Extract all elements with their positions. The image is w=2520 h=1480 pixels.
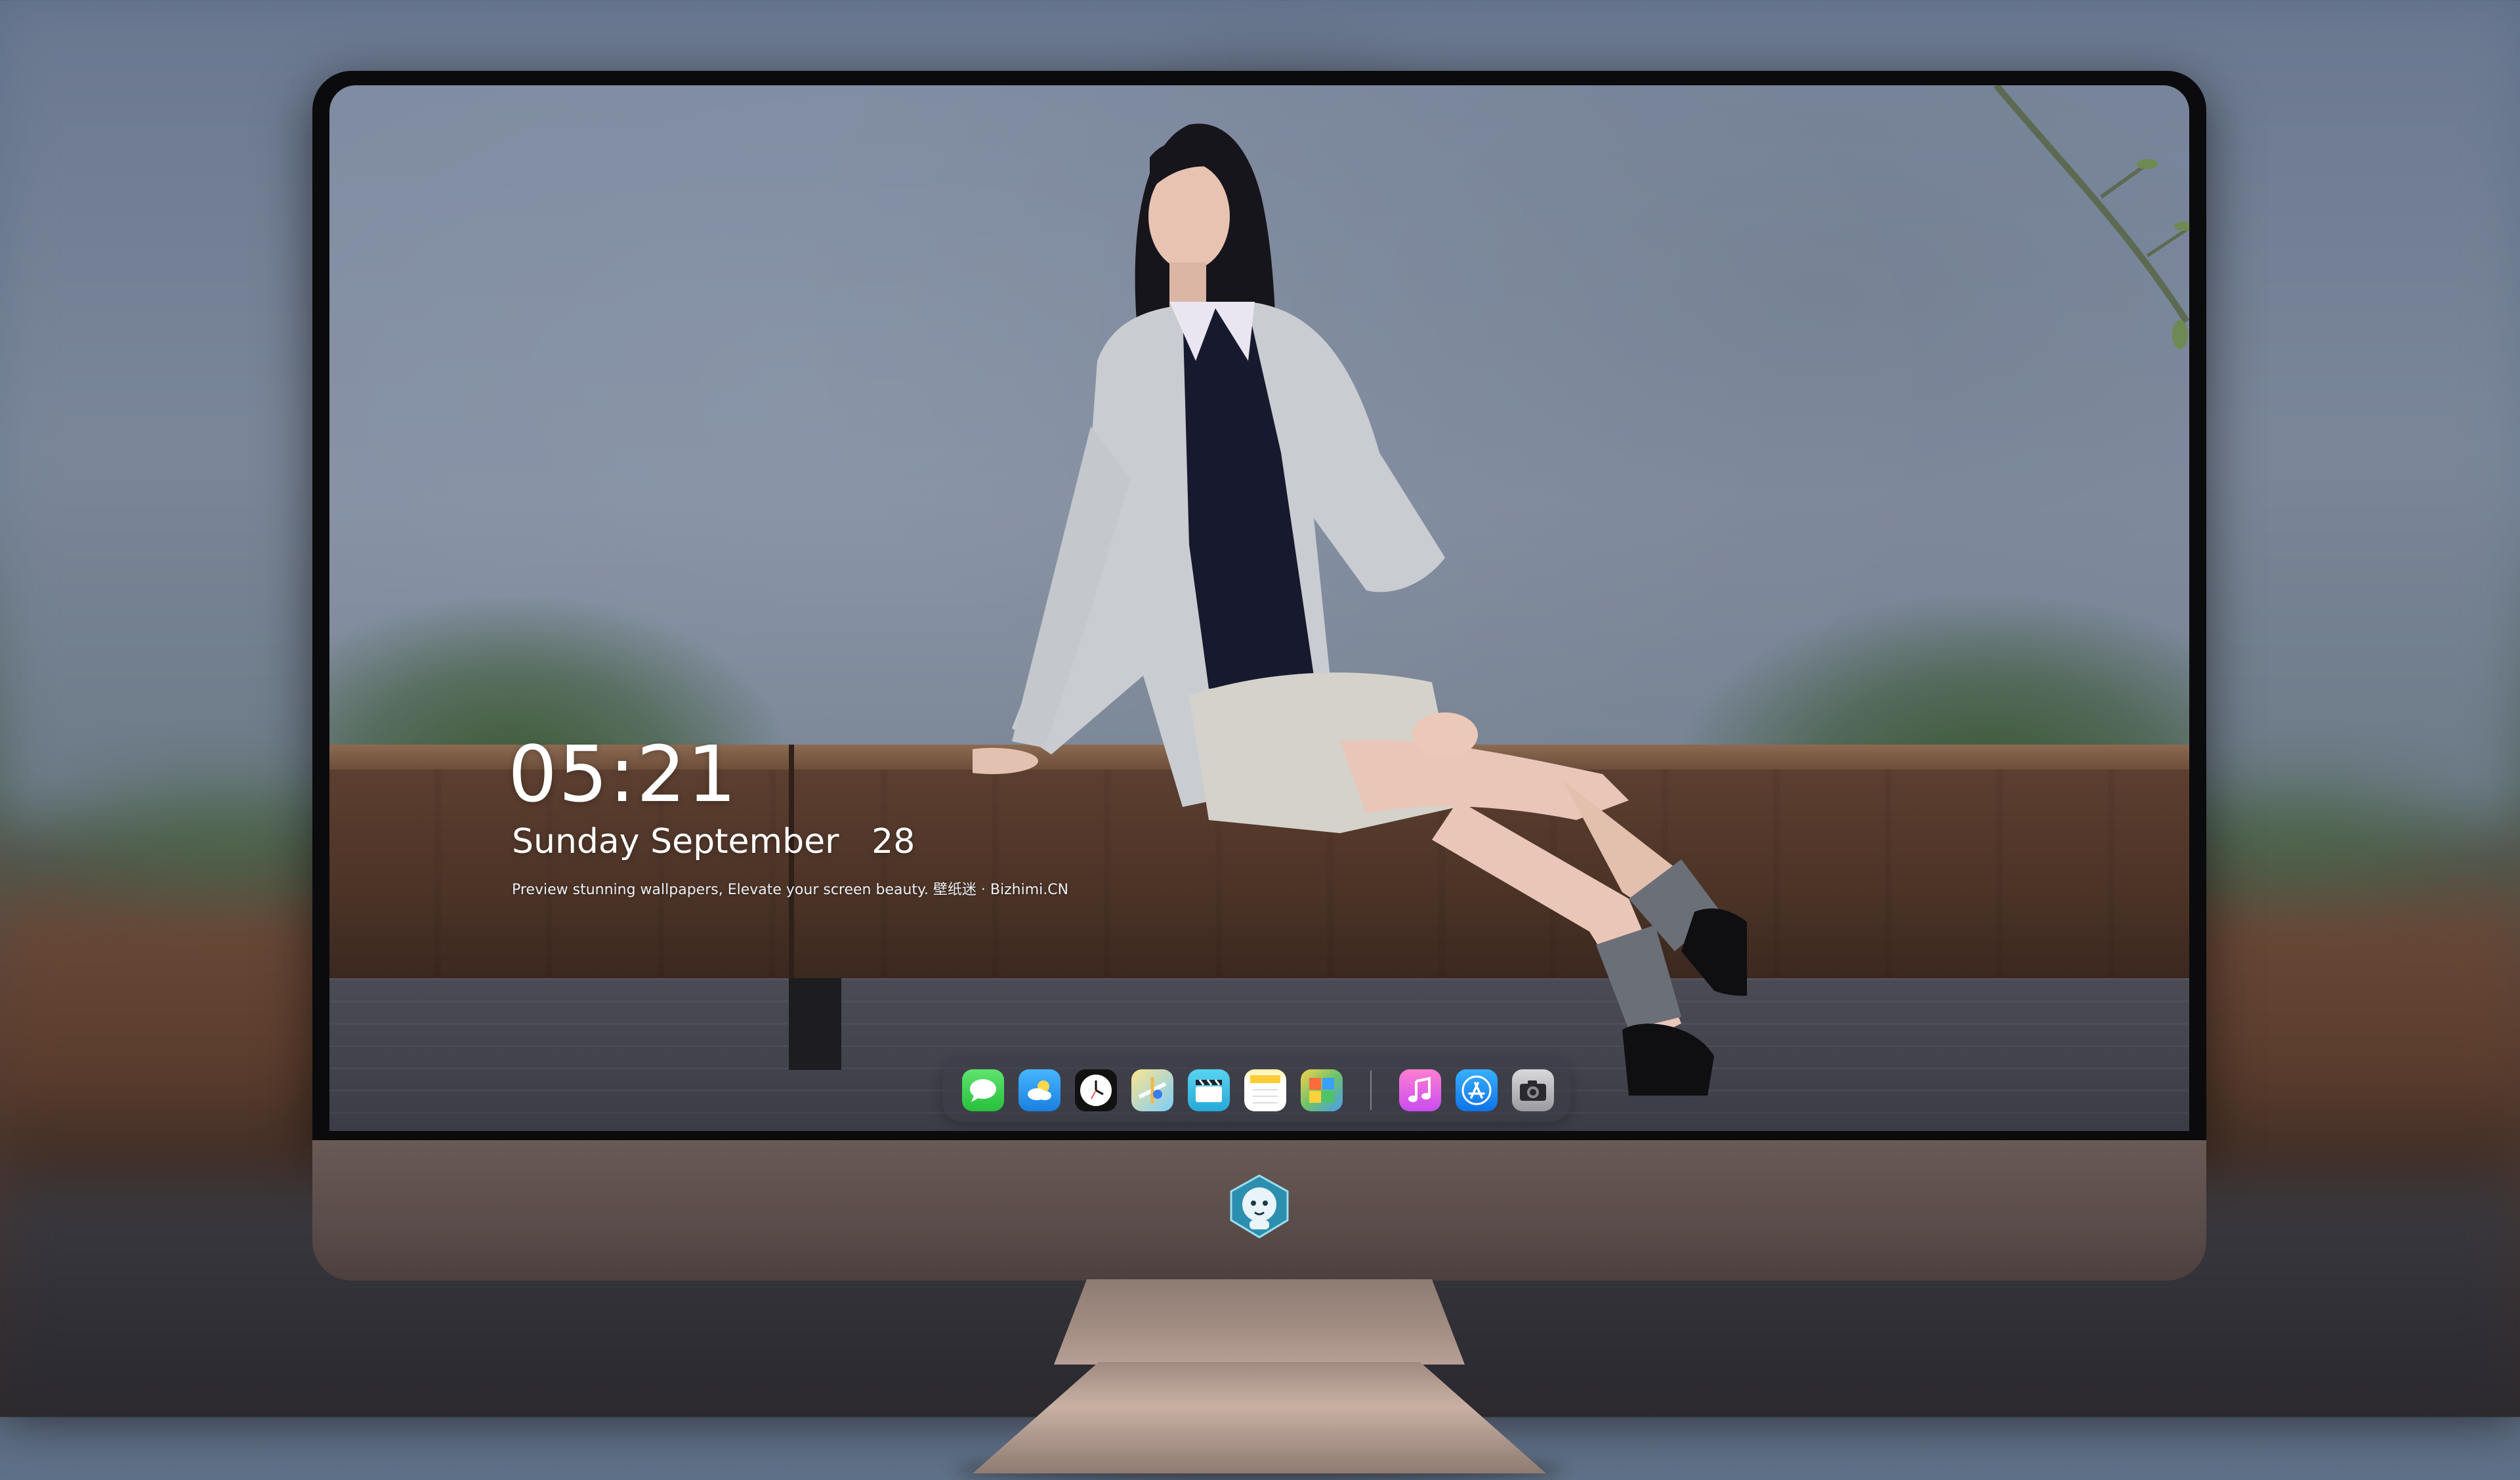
dock-clock-app[interactable] xyxy=(1075,1069,1117,1111)
message-bubble-icon xyxy=(970,1079,996,1102)
dock-weather-app[interactable] xyxy=(1018,1069,1060,1111)
app-store-icon xyxy=(1461,1075,1492,1105)
dock-app-store-app[interactable] xyxy=(1456,1069,1498,1111)
screen[interactable]: 05:21 Sunday September 28 Preview stunni… xyxy=(329,85,2189,1131)
clapperboard-icon xyxy=(1196,1079,1222,1102)
camera-icon xyxy=(1520,1080,1546,1101)
wallpaper-bench-leg xyxy=(789,978,841,1070)
lock-screen-date: Sunday September 28 xyxy=(512,822,915,861)
dock-maps-app[interactable] xyxy=(1131,1069,1173,1111)
dock-messages-app[interactable] xyxy=(962,1069,1004,1111)
dock-camera-app[interactable] xyxy=(1512,1069,1554,1111)
monitor-stand-neck xyxy=(1054,1279,1465,1365)
lock-screen-time: 05:21 xyxy=(508,729,738,819)
music-note-icon xyxy=(1408,1077,1431,1102)
photos-icon xyxy=(1309,1078,1334,1103)
wallpaper-figure xyxy=(973,123,1747,1096)
wallpaper-branch xyxy=(1994,85,2189,349)
wallpaper-bench-seam xyxy=(789,745,794,978)
dock xyxy=(942,1059,1571,1122)
shield-logo-icon xyxy=(1230,1174,1289,1239)
clock-icon xyxy=(1080,1075,1112,1106)
dock-videos-app[interactable] xyxy=(1188,1069,1230,1111)
dock-photos-app[interactable] xyxy=(1301,1069,1343,1111)
notes-icon xyxy=(1250,1075,1280,1103)
dock-notes-app[interactable] xyxy=(1244,1069,1286,1111)
dock-separator xyxy=(1370,1071,1372,1110)
dock-music-app[interactable] xyxy=(1399,1069,1441,1111)
map-icon xyxy=(1138,1077,1167,1103)
cloud-sun-icon xyxy=(1028,1080,1051,1100)
monitor: 05:21 Sunday September 28 Preview stunni… xyxy=(312,71,2206,1480)
lock-screen-caption: Preview stunning wallpapers, Elevate you… xyxy=(512,882,1069,898)
